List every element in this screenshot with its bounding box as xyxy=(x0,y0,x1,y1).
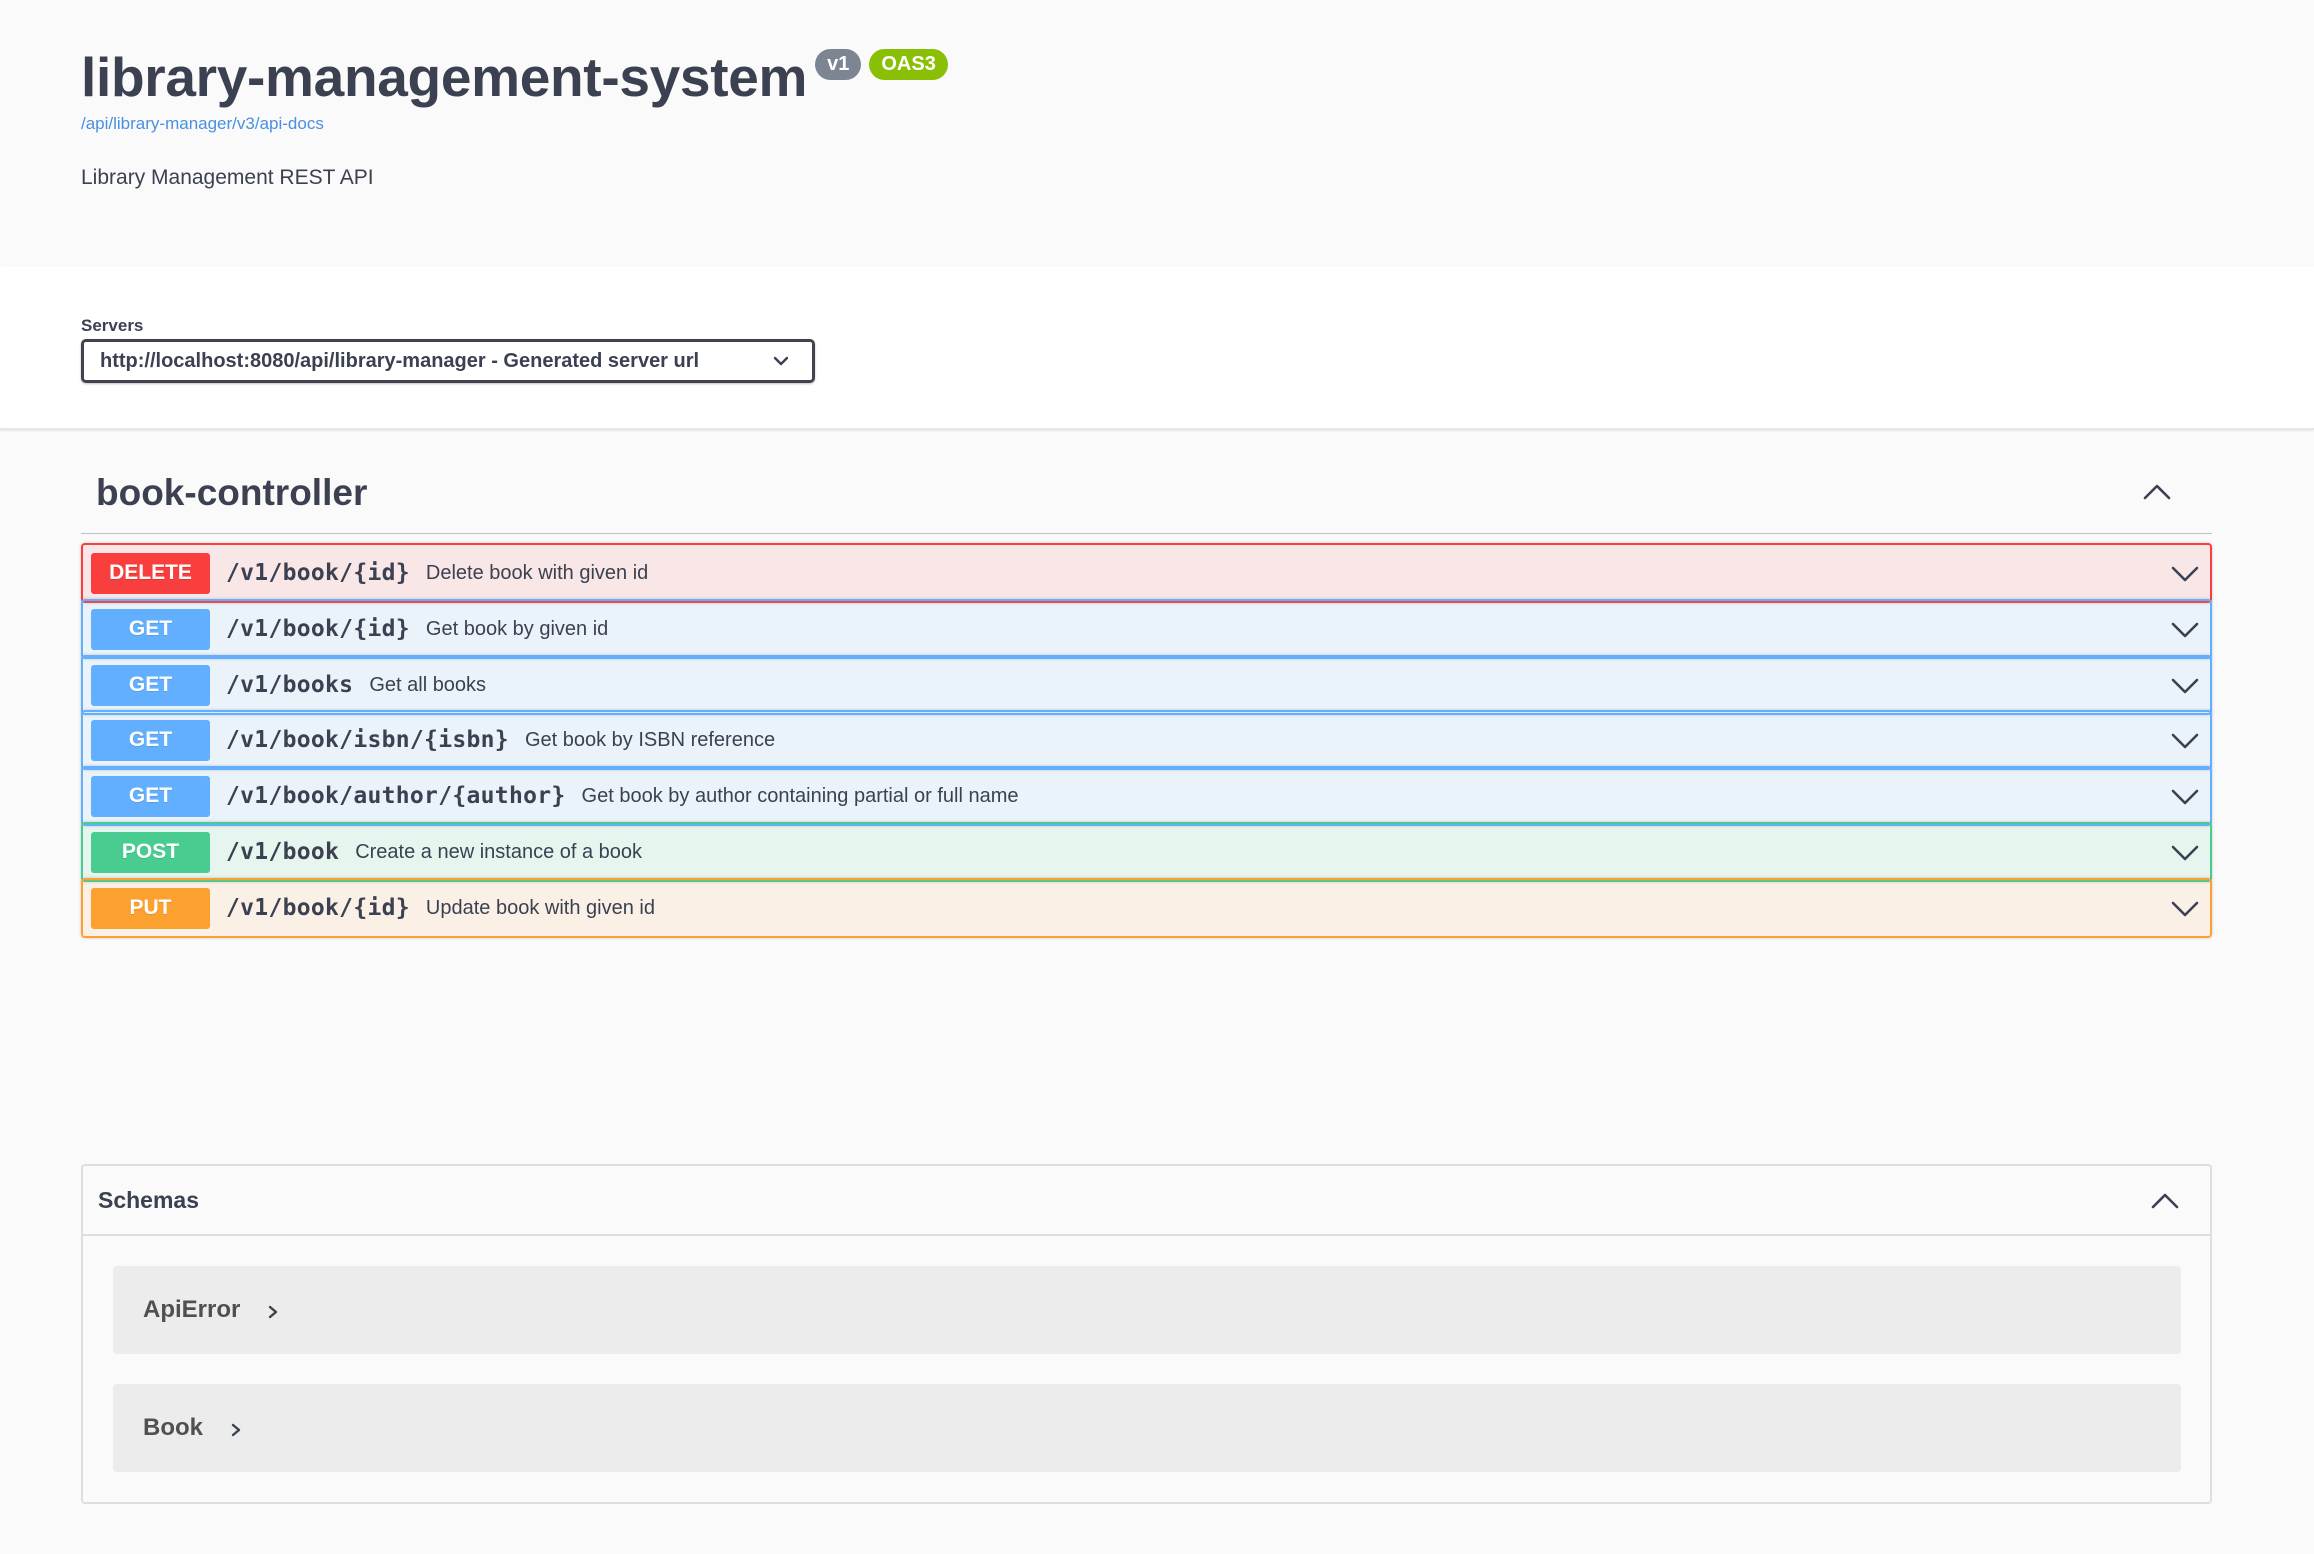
operation-summary: Get book by given id xyxy=(425,617,609,640)
chevron-down-icon[interactable] xyxy=(2170,786,2200,808)
method-badge: GET xyxy=(91,775,210,817)
version-badge: v1 xyxy=(815,49,862,80)
oas-badge: OAS3 xyxy=(869,49,948,80)
operation-path: /v1/books xyxy=(226,672,354,698)
operation-summary: Get all books xyxy=(369,673,487,696)
operation-summary: Get book by author containing partial or… xyxy=(581,784,1019,807)
operation-path: /v1/book/{id} xyxy=(226,616,410,642)
chevron-down-icon[interactable] xyxy=(2170,898,2200,920)
chevron-down-icon xyxy=(773,356,789,366)
operation-path: /v1/book/isbn/{isbn} xyxy=(226,727,509,753)
chevron-up-icon[interactable] xyxy=(2142,481,2172,503)
servers-section: Servers http://localhost:8080/api/librar… xyxy=(0,267,2314,430)
method-badge: GET xyxy=(91,719,210,761)
operation-get[interactable]: GET/v1/books Get all books xyxy=(81,655,2212,715)
schemas-title: Schemas xyxy=(98,1186,200,1213)
chevron-down-icon[interactable] xyxy=(2170,563,2200,585)
servers-selected-value: http://localhost:8080/api/library-manage… xyxy=(100,349,700,372)
title-row: library-management-system v1 OAS3 xyxy=(81,44,948,110)
operation-get[interactable]: GET/v1/book/isbn/{isbn} Get book by ISBN … xyxy=(81,710,2212,770)
tag-header-book-controller[interactable]: book-controller xyxy=(81,455,2212,534)
operation-get[interactable]: GET/v1/book/{id} Get book by given id xyxy=(81,599,2212,659)
operation-summary: Get book by ISBN reference xyxy=(524,728,776,751)
operation-path: /v1/book xyxy=(226,839,340,865)
operation-get[interactable]: GET/v1/book/author/{author} Get book by a… xyxy=(81,766,2212,826)
model-book[interactable]: Book xyxy=(113,1384,2181,1472)
info-section: library-management-system v1 OAS3 /api/l… xyxy=(0,0,2314,267)
chevron-down-icon[interactable] xyxy=(2170,675,2200,697)
chevron-down-icon[interactable] xyxy=(2170,842,2200,864)
operation-summary: Update book with given id xyxy=(425,896,655,919)
schemas-section: Schemas ApiError Book xyxy=(81,1164,2212,1504)
tag-title: book-controller xyxy=(96,472,368,513)
operation-delete[interactable]: DELETE/v1/book/{id} Delete book with give… xyxy=(81,543,2212,603)
servers-label: Servers xyxy=(81,316,144,335)
schemas-header[interactable]: Schemas xyxy=(83,1166,2210,1236)
chevron-right-icon[interactable] xyxy=(266,1304,280,1320)
method-badge: DELETE xyxy=(91,552,210,594)
page-title: library-management-system xyxy=(81,46,808,108)
model-name: ApiError xyxy=(143,1296,241,1323)
operation-post[interactable]: POST/v1/book Create a new instance of a b… xyxy=(81,822,2212,882)
operation-summary: Create a new instance of a book xyxy=(355,840,643,863)
method-badge: GET xyxy=(91,608,210,650)
model-name: Book xyxy=(143,1414,203,1441)
api-description: Library Management REST API xyxy=(81,166,374,189)
operation-put[interactable]: PUT/v1/book/{id} Update book with given i… xyxy=(81,878,2212,938)
chevron-down-icon[interactable] xyxy=(2170,619,2200,641)
method-badge: PUT xyxy=(91,887,210,929)
operation-path: /v1/book/{id} xyxy=(226,895,410,921)
method-badge: POST xyxy=(91,831,210,873)
chevron-right-icon[interactable] xyxy=(229,1422,243,1438)
operation-summary: Delete book with given id xyxy=(425,561,649,584)
chevron-down-icon[interactable] xyxy=(2170,730,2200,752)
method-badge: GET xyxy=(91,664,210,706)
operation-path: /v1/book/{id} xyxy=(226,560,410,586)
operation-path: /v1/book/author/{author} xyxy=(226,783,566,809)
servers-select[interactable]: http://localhost:8080/api/library-manage… xyxy=(81,339,815,383)
model-apierror[interactable]: ApiError xyxy=(113,1266,2181,1354)
chevron-up-icon[interactable] xyxy=(2150,1190,2180,1212)
api-docs-link[interactable]: /api/library-manager/v3/api-docs xyxy=(81,114,324,134)
